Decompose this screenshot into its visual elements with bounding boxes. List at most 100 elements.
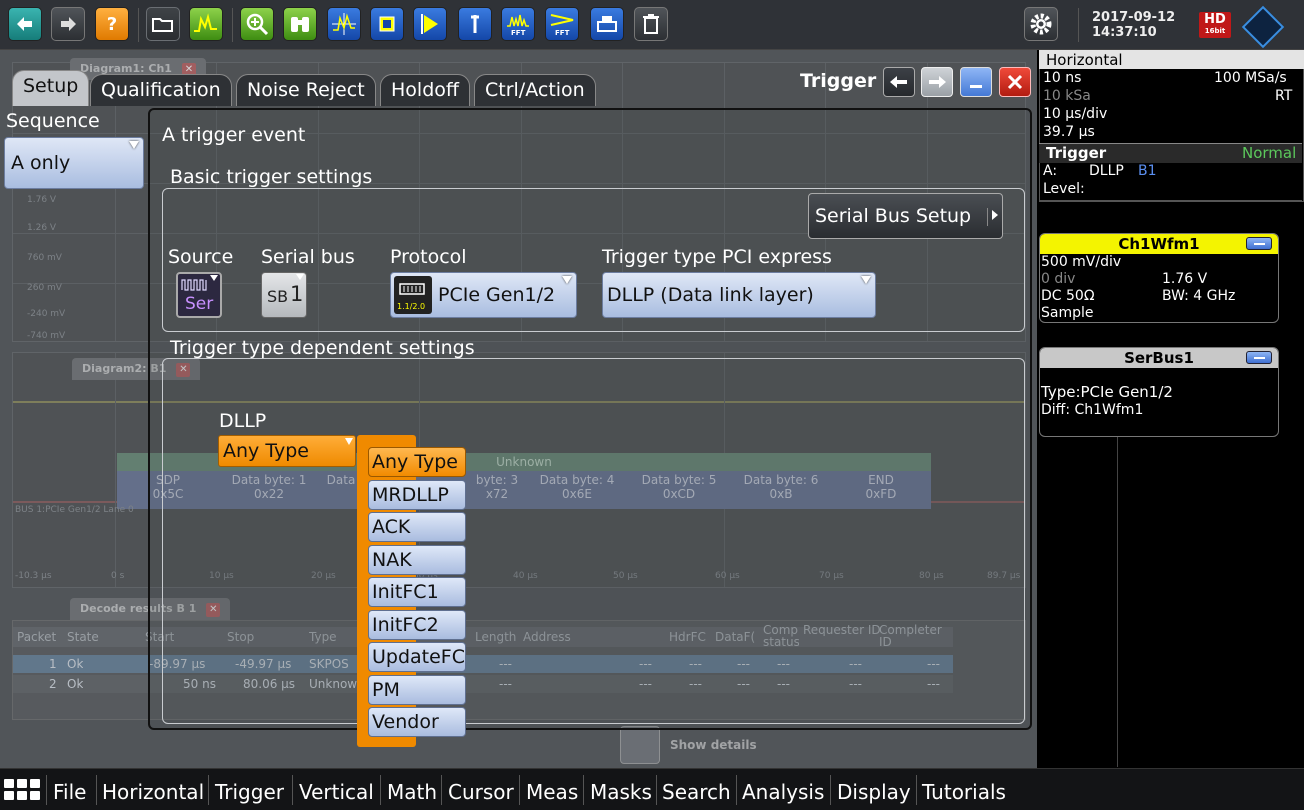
zoom-icon[interactable] xyxy=(240,7,274,41)
ch1-bandwidth: BW: 4 GHz xyxy=(1162,288,1236,304)
serial-bus-selector[interactable]: SB 1 xyxy=(261,272,307,318)
help-icon[interactable]: ? xyxy=(95,7,129,41)
menu-horizontal[interactable]: Horizontal xyxy=(102,780,204,804)
measure-icon[interactable] xyxy=(327,7,361,41)
app-grid-icon[interactable] xyxy=(4,779,42,803)
horizontal-record-length: 10 kSa xyxy=(1043,88,1091,104)
option-label: PM xyxy=(372,679,400,701)
menu-display[interactable]: Display xyxy=(837,780,911,804)
menu-analysis[interactable]: Analysis xyxy=(742,780,824,804)
trigger-type-short: DLLP xyxy=(1089,163,1124,179)
rohde-schwarz-logo-icon xyxy=(1241,5,1285,49)
hd-mode-badge[interactable]: HD 16bit xyxy=(1199,12,1231,38)
forward-arrow-icon[interactable] xyxy=(921,67,953,97)
horizontal-mode: RT xyxy=(1275,88,1293,104)
menu-separator xyxy=(208,775,209,805)
menu-search[interactable]: Search xyxy=(662,780,731,804)
dllp-option-ack[interactable]: ACK xyxy=(368,512,466,542)
dllp-option-mrdllp[interactable]: MRDLLP xyxy=(368,480,466,510)
menu-trigger[interactable]: Trigger xyxy=(215,780,284,804)
dllp-option-vendor[interactable]: Vendor xyxy=(368,707,466,737)
minimize-icon[interactable] xyxy=(1246,237,1272,250)
menu-separator xyxy=(96,775,97,805)
arrow-right-icon xyxy=(992,210,998,220)
trigger-info-title: Trigger xyxy=(1046,144,1107,162)
menu-math[interactable]: Math xyxy=(387,780,437,804)
hd-label: HD xyxy=(1204,12,1226,27)
menu-file[interactable]: File xyxy=(53,780,86,804)
trigger-level-label: Level: xyxy=(1043,181,1085,197)
open-folder-icon[interactable] xyxy=(146,7,180,41)
back-arrow-icon[interactable] xyxy=(883,67,915,97)
date-time-display: 2017-09-12 14:37:10 xyxy=(1092,10,1175,40)
menu-vertical[interactable]: Vertical xyxy=(299,780,374,804)
tab-qualification[interactable]: Qualification xyxy=(90,74,232,106)
menu-meas[interactable]: Meas xyxy=(526,780,578,804)
dllp-option-initfc2[interactable]: InitFC2 xyxy=(368,610,466,640)
dllp-option-nak[interactable]: NAK xyxy=(368,545,466,575)
protocol-value: PCIe Gen1/2 xyxy=(438,284,556,306)
pcie-icon: 1.1/2.0 xyxy=(394,276,432,314)
chip-icon[interactable] xyxy=(370,7,404,41)
date-text: 2017-09-12 xyxy=(1092,10,1176,25)
tab-label: Setup xyxy=(23,75,79,97)
protocol-dropdown[interactable]: 1.1/2.0 PCIe Gen1/2 xyxy=(390,272,577,318)
dllp-type-dropdown[interactable]: Any Type xyxy=(218,435,356,467)
tab-ctrl-action[interactable]: Ctrl/Action xyxy=(474,74,596,106)
menu-masks[interactable]: Masks xyxy=(590,780,652,804)
minimize-icon[interactable] xyxy=(1246,351,1272,364)
binoculars-icon[interactable] xyxy=(283,7,317,41)
trigger-type-dropdown[interactable]: DLLP (Data link layer) xyxy=(602,272,876,318)
settings-gear-icon[interactable] xyxy=(1024,7,1058,41)
tab-setup[interactable]: Setup xyxy=(12,70,90,106)
sequence-dropdown[interactable]: A only xyxy=(4,137,144,189)
dllp-option-pm[interactable]: PM xyxy=(368,675,466,705)
trash-icon[interactable] xyxy=(634,7,668,41)
tab-holdoff[interactable]: Holdoff xyxy=(380,74,470,106)
option-label: InitFC1 xyxy=(372,581,439,603)
undo-icon[interactable] xyxy=(8,7,42,41)
ch1-offset: 0 div xyxy=(1041,271,1076,287)
autoset-icon[interactable] xyxy=(189,7,223,41)
pcie-icon-label: 1.1/2.0 xyxy=(397,302,426,311)
menu-separator xyxy=(292,775,293,805)
menu-tutorials[interactable]: Tutorials xyxy=(922,780,1006,804)
dropdown-arrow-icon xyxy=(345,438,353,445)
option-label: Any Type xyxy=(372,451,458,473)
source-selector[interactable]: Ser xyxy=(176,272,222,318)
time-text: 14:37:10 xyxy=(1092,25,1157,40)
serbus1-type: Type:PCIe Gen1/2 xyxy=(1041,383,1173,401)
close-icon[interactable] xyxy=(999,67,1031,97)
ch1-acquisition: Sample xyxy=(1041,305,1094,321)
horizontal-position: 39.7 µs xyxy=(1043,124,1095,140)
marker-icon[interactable] xyxy=(413,7,447,41)
serbus1-diff: Diff: Ch1Wfm1 xyxy=(1041,402,1144,418)
option-label: ACK xyxy=(372,516,411,538)
menu-separator xyxy=(583,775,584,805)
tab-noise-reject[interactable]: Noise Reject xyxy=(236,74,376,106)
redo-icon[interactable] xyxy=(51,7,85,41)
menu-cursor[interactable]: Cursor xyxy=(448,780,514,804)
dllp-option-any-type[interactable]: Any Type xyxy=(368,447,466,477)
dllp-option-updatefc[interactable]: UpdateFC xyxy=(368,642,466,672)
ch1-scale: 500 mV/div xyxy=(1041,254,1122,270)
fft-icon[interactable]: FFT xyxy=(501,7,535,41)
tab-label: Qualification xyxy=(101,79,221,101)
dllp-label: DLLP xyxy=(219,410,267,432)
divider xyxy=(1039,200,1302,202)
dialog-title: Trigger xyxy=(800,70,877,92)
menu-separator xyxy=(830,775,831,805)
trigger-mode-value: Normal xyxy=(1242,144,1297,162)
print-icon[interactable] xyxy=(590,7,624,41)
dllp-option-initfc1[interactable]: InitFC1 xyxy=(368,577,466,607)
fft-gate-icon[interactable]: FFT xyxy=(545,7,579,41)
svg-text:FFT: FFT xyxy=(511,29,526,37)
serial-bus-setup-button[interactable]: Serial Bus Setup xyxy=(808,193,1003,239)
sequence-value: A only xyxy=(11,152,71,174)
menu-separator xyxy=(736,775,737,805)
cursor-icon[interactable] xyxy=(458,7,492,41)
ch1-title: Ch1Wfm1 xyxy=(1118,235,1200,253)
ch1-position: 1.76 V xyxy=(1162,271,1208,287)
ch1-header: Ch1Wfm1 xyxy=(1040,234,1278,254)
minimize-icon[interactable] xyxy=(960,67,992,97)
